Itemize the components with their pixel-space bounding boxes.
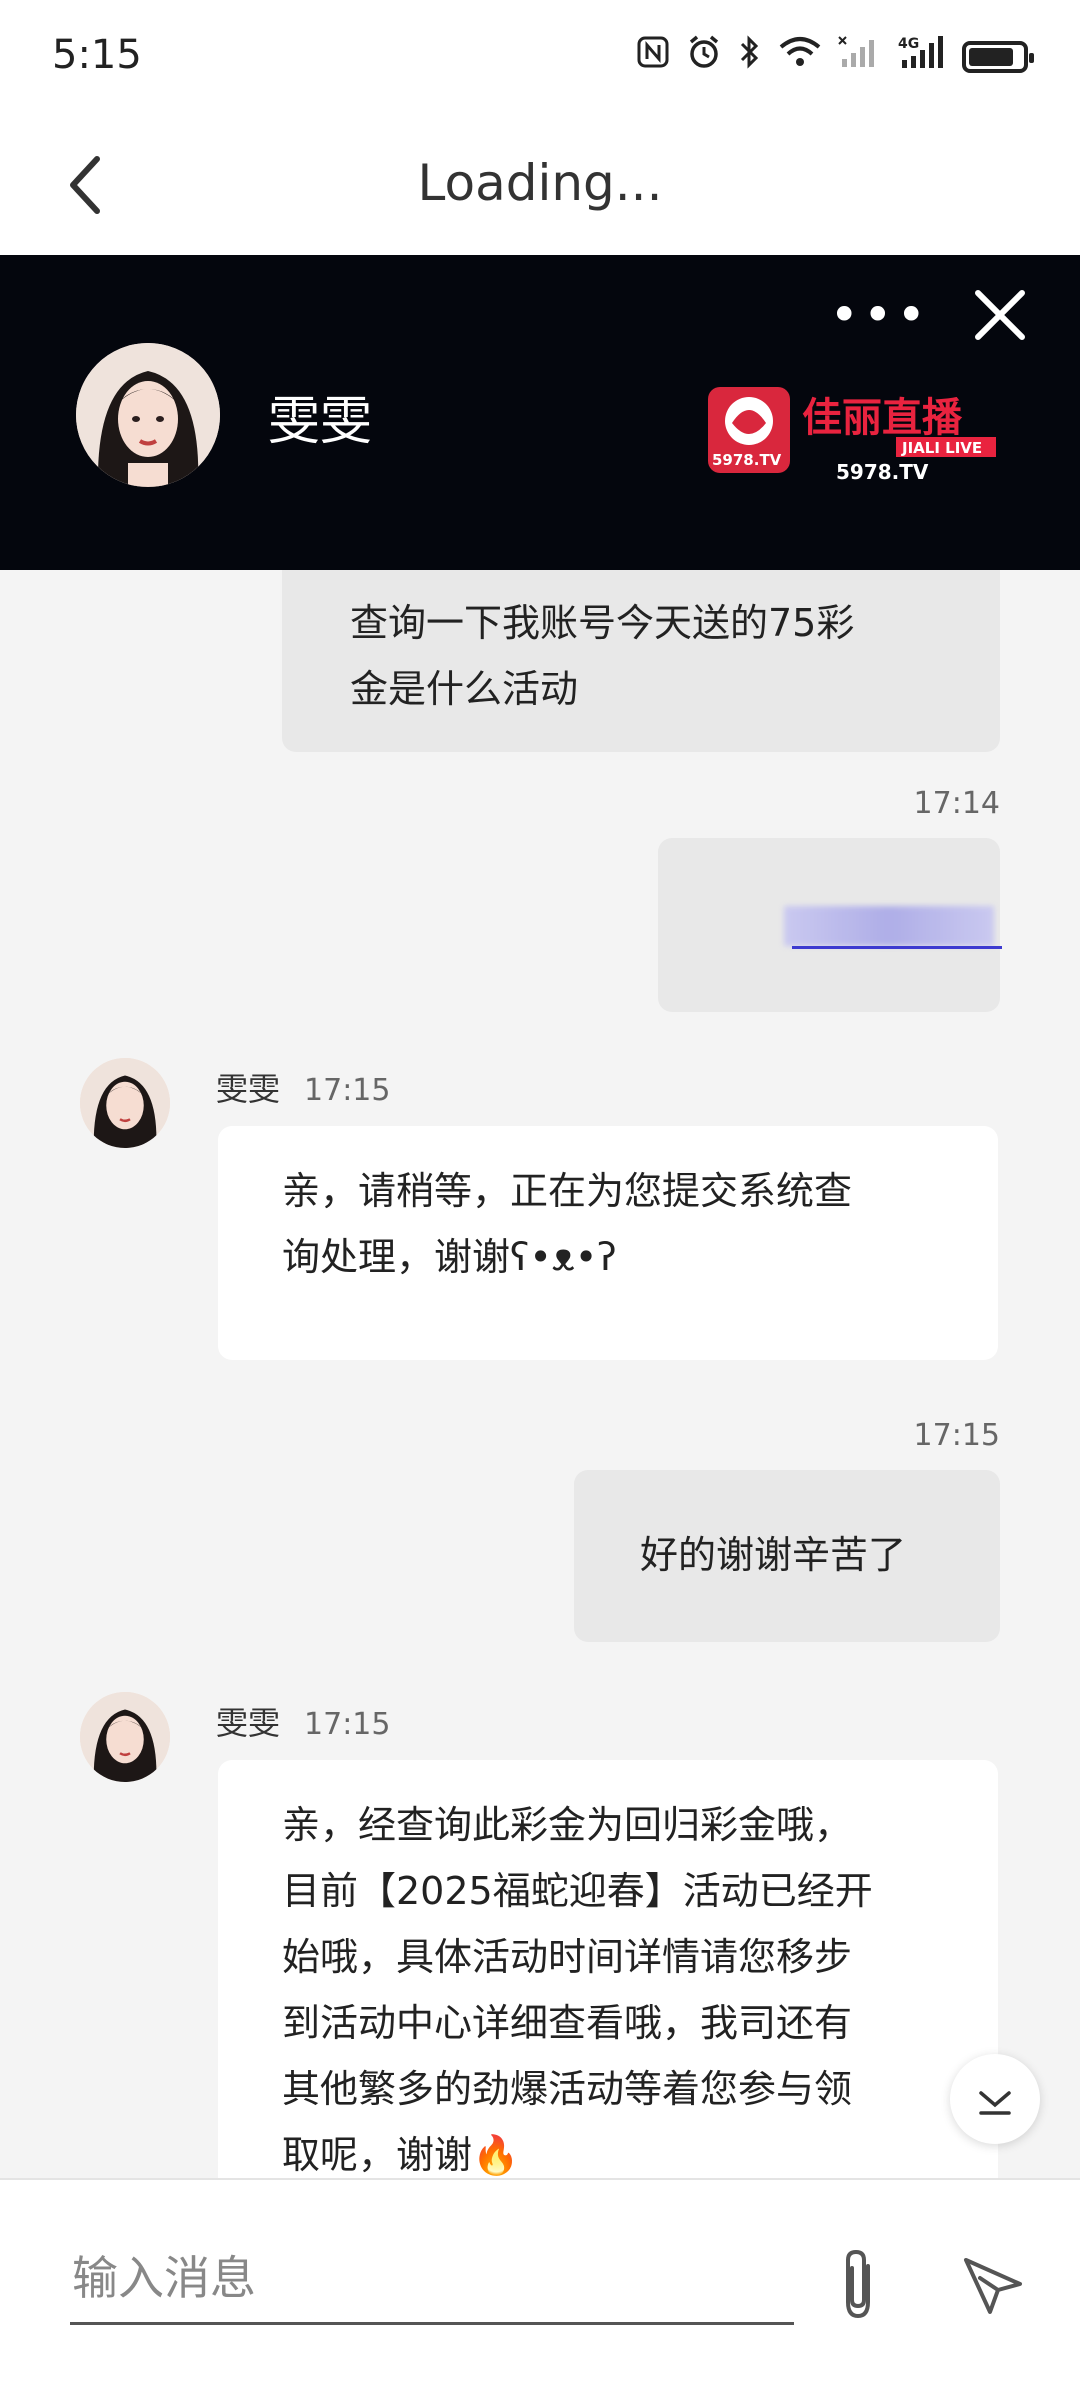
alarm-icon (686, 34, 722, 79)
svg-text:4G: 4G (898, 36, 919, 52)
battery-icon (962, 40, 1034, 73)
message-input[interactable] (70, 2234, 794, 2325)
message-text-line: 金是什么活动 (350, 667, 579, 711)
agent-avatar-small (80, 1692, 170, 1782)
paperclip-icon (846, 2249, 870, 2319)
attach-button[interactable] (828, 2244, 888, 2324)
message-list[interactable]: 查询一下我账号今天送的75彩 金是什么活动 17:14 雯雯 17:15 亲，请稍… (0, 570, 1080, 2178)
sender-row: 雯雯 17:15 (216, 1064, 390, 1110)
chevron-down-icon (979, 2091, 1011, 2115)
status-time: 5:15 (52, 32, 142, 78)
sender-name: 雯雯 (216, 1704, 281, 1742)
close-icon (975, 290, 1025, 340)
logo-domain-large: 5978.TV (836, 460, 929, 483)
brand-logo: 5978.TV 佳丽直播 JIALI LIVE 5978.TV (706, 383, 1002, 484)
sender-name: 雯雯 (216, 1070, 281, 1108)
user-message-bubble: 好的谢谢辛苦了 (574, 1470, 1000, 1642)
status-bar: 5:15 4G (0, 0, 1080, 120)
user-message-bubble: 查询一下我账号今天送的75彩 金是什么活动 (282, 570, 1000, 752)
send-icon (964, 2258, 1022, 2314)
message-text-line: 亲，经查询此彩金为回归彩金哦， (282, 1803, 853, 1847)
message-text: 好的谢谢辛苦了 (640, 1533, 907, 1577)
close-button[interactable] (970, 285, 1030, 345)
page-title: Loading... (417, 154, 663, 212)
message-timestamp: 17:15 (913, 1418, 1000, 1453)
nfc-icon (636, 35, 670, 78)
send-button[interactable] (958, 2250, 1028, 2320)
message-input-bar (0, 2178, 1080, 2402)
sender-time: 17:15 (304, 1073, 391, 1108)
4g-signal-icon: 4G (898, 34, 946, 79)
scroll-to-bottom-button[interactable] (950, 2054, 1040, 2144)
status-icons: 4G (636, 34, 1034, 79)
message-text-line: 始哦，具体活动时间详情请您移步 (282, 1935, 853, 1979)
agent-avatar-small (80, 1058, 170, 1148)
wifi-icon (778, 35, 822, 78)
chat-header: ••• 雯雯 5978.TV 佳丽直播 JIALI LIVE 5978.TV (0, 255, 1080, 570)
agent-name: 雯雯 (268, 392, 373, 452)
agent-avatar (76, 343, 220, 487)
message-text-line: 亲，请稍等，正在为您提交系统查 (282, 1169, 853, 1213)
message-text-line: 到活动中心详细查看哦，我司还有 (282, 2001, 853, 2045)
agent-message-bubble: 亲，经查询此彩金为回归彩金哦， 目前【2025福蛇迎春】活动已经开 始哦，具体活… (218, 1760, 998, 2178)
link-underline (792, 946, 1002, 949)
message-text-line: 目前【2025福蛇迎春】活动已经开 (282, 1869, 873, 1913)
agent-message-bubble: 亲，请稍等，正在为您提交系统查 询处理，谢谢ʕ•ᴥ•ʔ (218, 1126, 998, 1360)
more-options-button[interactable]: ••• (830, 290, 930, 340)
message-text-line: 其他繁多的劲爆活动等着您参与领 (282, 2067, 853, 2111)
user-link-bubble[interactable] (658, 838, 1002, 1012)
message-text-line: 询处理，谢谢ʕ•ᴥ•ʔ (282, 1235, 617, 1279)
message-text-line: 查询一下我账号今天送的75彩 (350, 601, 855, 645)
signal-icon (838, 35, 882, 78)
message-timestamp: 17:14 (913, 786, 1000, 821)
nav-bar: Loading... (0, 120, 1080, 255)
message-text-line: 取呢，谢谢🔥 (282, 2133, 520, 2177)
sender-row: 雯雯 17:15 (216, 1698, 390, 1744)
logo-sub-text: JIALI LIVE (901, 439, 982, 457)
logo-domain-text: 5978.TV (712, 451, 782, 469)
logo-brand-text: 佳丽直播 (802, 395, 963, 441)
sender-time: 17:15 (304, 1707, 391, 1742)
bluetooth-icon (738, 34, 762, 79)
blurred-link (784, 906, 994, 946)
